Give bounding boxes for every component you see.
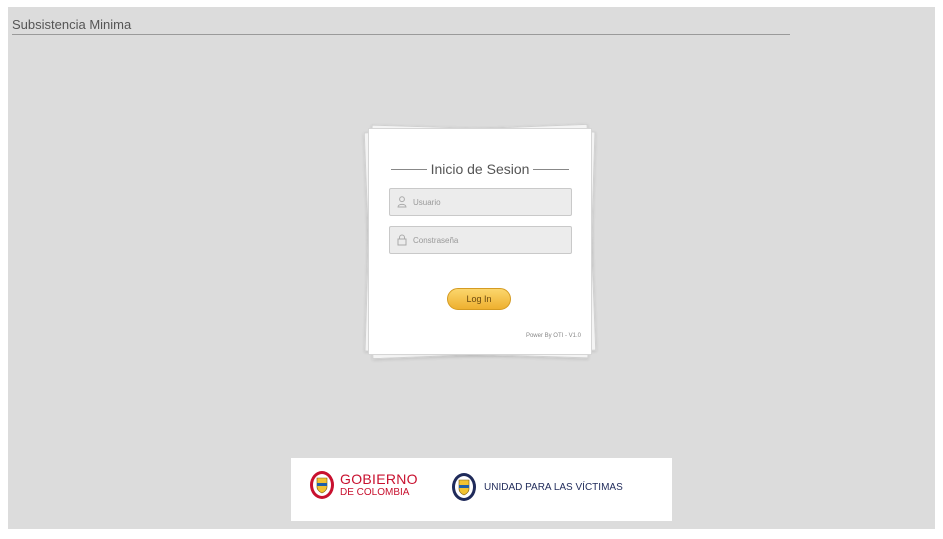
unidad-victimas-logo: UNIDAD PARA LAS VÍCTIMAS [451,472,623,502]
powered-by-text: Power By OTI - V1.0 [525,333,581,339]
login-title: Inicio de Sesion [430,161,530,177]
lock-icon [396,233,408,247]
app-title: Subsistencia Minima [12,17,132,32]
heading-line [533,168,570,170]
page-background: Subsistencia Minima Inicio de Sesion Usu… [8,7,935,529]
user-icon [396,195,408,209]
gobierno-logo: GOBIERNO DE COLOMBIA [309,470,418,500]
logo-bar: GOBIERNO DE COLOMBIA UNIDAD PARA LAS VÍC… [291,458,672,521]
login-heading: Inicio de Sesion [369,159,591,179]
unidad-text: UNIDAD PARA LAS VÍCTIMAS [484,481,623,493]
login-button[interactable]: Log In [447,288,511,310]
password-field[interactable] [389,226,572,254]
username-input[interactable] [413,197,563,207]
login-card-stack: Inicio de Sesion Usuario Log In Power By… [363,123,597,360]
gobierno-line1: GOBIERNO [340,471,418,487]
gobierno-line2: DE COLOMBIA [340,487,410,498]
colombia-seal-icon [310,471,334,499]
unidad-seal-icon [452,473,476,501]
password-input[interactable] [413,235,563,245]
title-divider [12,34,790,35]
login-card: Inicio de Sesion Usuario Log In Power By… [368,128,592,355]
username-field[interactable] [389,188,572,216]
heading-line [390,168,427,170]
